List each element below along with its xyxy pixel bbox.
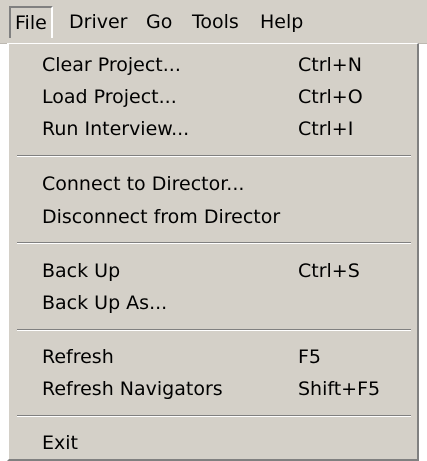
menu-item-label: Clear Project... [42, 54, 181, 76]
menu-item-load-project[interactable]: Load Project... Ctrl+O [42, 82, 408, 112]
menu-separator [17, 242, 411, 244]
application-window: File Driver Go Tools Help Clear Project.… [0, 0, 427, 461]
menu-item-label: Refresh [42, 346, 114, 368]
menu-item-shortcut: F5 [298, 346, 322, 368]
menu-item-label: Refresh Navigators [42, 378, 223, 400]
menu-item-exit[interactable]: Exit [42, 428, 408, 458]
menu-item-disconnect-from-director[interactable]: Disconnect from Director [42, 202, 408, 232]
menu-bar: File Driver Go Tools Help [0, 0, 427, 44]
menu-separator [17, 415, 411, 417]
menu-item-clear-project[interactable]: Clear Project... Ctrl+N [42, 50, 408, 80]
menu-item-label: Back Up As... [42, 292, 168, 314]
menu-item-shortcut: Shift+F5 [298, 378, 381, 400]
menu-item-shortcut: Ctrl+S [298, 260, 360, 282]
window-background-strip [419, 44, 427, 461]
menu-separator [17, 329, 411, 331]
menu-item-label: Back Up [42, 260, 121, 282]
menu-item-connect-to-director[interactable]: Connect to Director... [42, 169, 408, 199]
file-menu-dropdown: Clear Project... Ctrl+N Load Project... … [7, 43, 419, 461]
menu-file[interactable]: File [9, 6, 53, 38]
menu-tools[interactable]: Tools [188, 6, 243, 38]
menu-item-shortcut: Ctrl+I [298, 118, 354, 140]
menu-item-run-interview[interactable]: Run Interview... Ctrl+I [42, 114, 408, 144]
menu-help[interactable]: Help [256, 6, 307, 38]
menu-go[interactable]: Go [142, 6, 176, 38]
menu-item-label: Connect to Director... [42, 173, 245, 195]
menu-item-label: Disconnect from Director [42, 206, 281, 228]
menu-item-label: Exit [42, 432, 78, 454]
menu-item-refresh-navigators[interactable]: Refresh Navigators Shift+F5 [42, 374, 408, 404]
menu-item-label: Run Interview... [42, 118, 190, 140]
menu-item-shortcut: Ctrl+N [298, 54, 362, 76]
menu-separator [17, 155, 411, 157]
menu-item-label: Load Project... [42, 86, 177, 108]
menu-driver[interactable]: Driver [65, 6, 131, 38]
menu-item-shortcut: Ctrl+O [298, 86, 363, 108]
menu-item-back-up-as[interactable]: Back Up As... [42, 288, 408, 318]
menu-item-back-up[interactable]: Back Up Ctrl+S [42, 256, 408, 286]
menu-item-refresh[interactable]: Refresh F5 [42, 342, 408, 372]
